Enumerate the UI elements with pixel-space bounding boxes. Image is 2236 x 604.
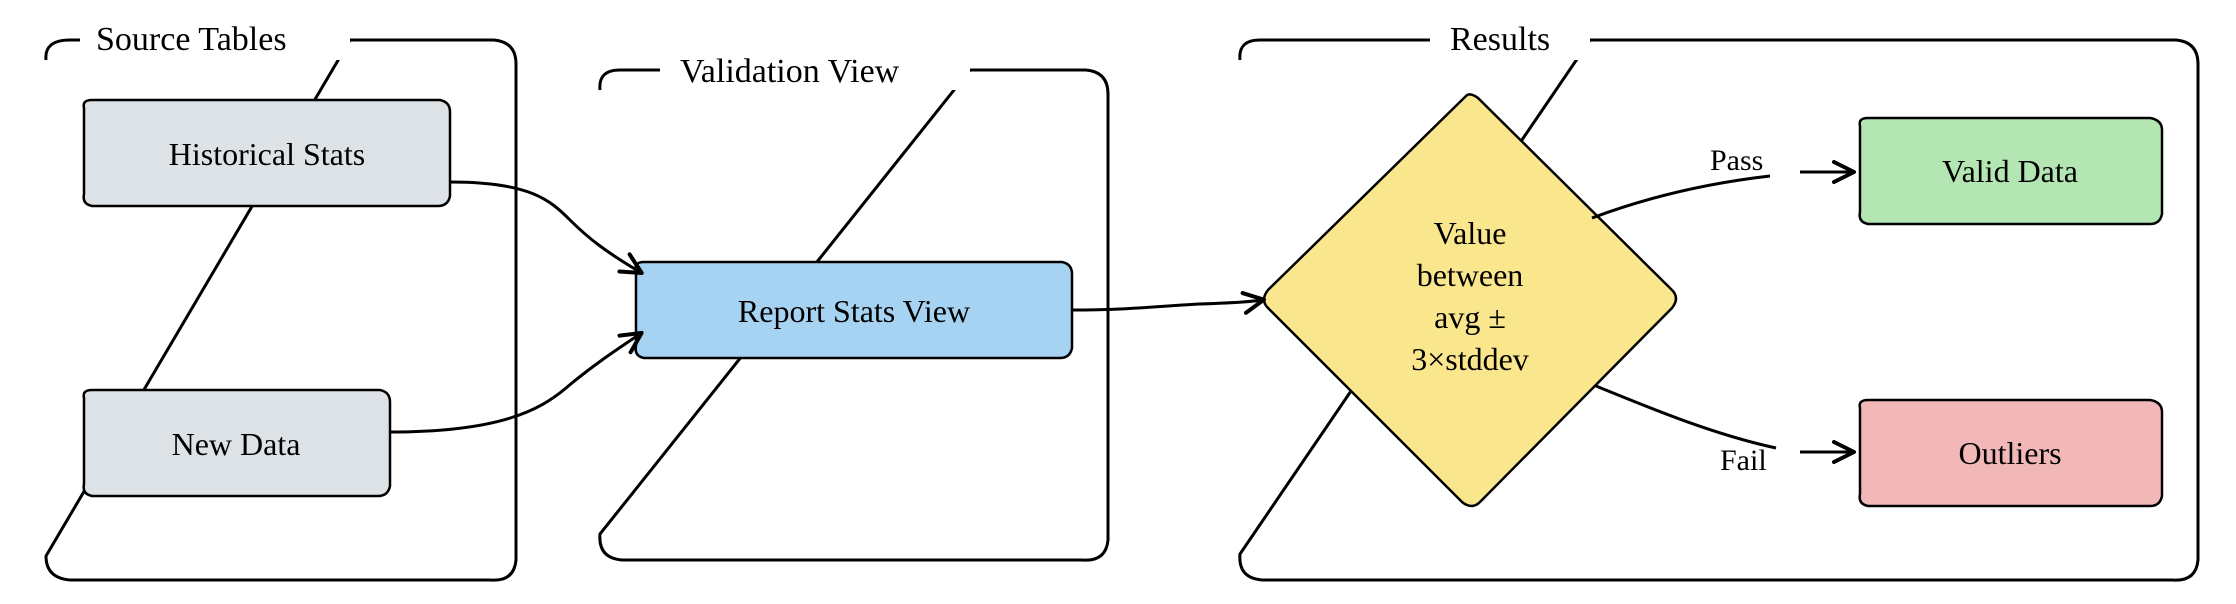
group-validation-view: Validation View Report Stats View — [600, 50, 1108, 560]
node-valid-data: Valid Data — [1860, 118, 2162, 224]
flow-diagram: Source Tables Historical Stats New Data … — [0, 0, 2236, 604]
group-source-tables: Source Tables Historical Stats New Data — [46, 20, 516, 580]
node-report-stats-view: Report Stats View — [636, 262, 1072, 358]
edge-label-pass: Pass — [1710, 144, 1763, 177]
group-results: Results Value between avg ± 3×stddev Val… — [1240, 20, 2198, 580]
label-reportstats: Report Stats View — [738, 293, 970, 329]
label-outliers: Outliers — [1958, 435, 2061, 471]
node-decision: Value between avg ± 3×stddev — [1264, 94, 1676, 506]
label-newdata: New Data — [172, 426, 301, 462]
node-new-data: New Data — [84, 390, 390, 496]
label-decision-l1: Value — [1434, 215, 1507, 251]
group-label-validation: Validation View — [680, 53, 900, 90]
label-decision-l3: avg ± — [1434, 299, 1506, 335]
group-label-results: Results — [1450, 21, 1550, 58]
arrow-historical-to-report — [450, 182, 640, 272]
label-validdata: Valid Data — [1942, 153, 2078, 189]
node-historical-stats: Historical Stats — [84, 100, 450, 206]
node-outliers: Outliers — [1860, 400, 2162, 506]
arrow-report-to-decision — [1072, 300, 1262, 310]
arrow-decision-to-outliers — [1596, 386, 1776, 448]
label-decision-l4: 3×stddev — [1411, 341, 1529, 377]
group-label-source: Source Tables — [96, 21, 287, 58]
edge-label-fail: Fail — [1720, 444, 1767, 477]
arrow-decision-to-valid — [1592, 176, 1770, 218]
label-decision-l2: between — [1417, 257, 1524, 293]
label-historical: Historical Stats — [169, 136, 365, 172]
